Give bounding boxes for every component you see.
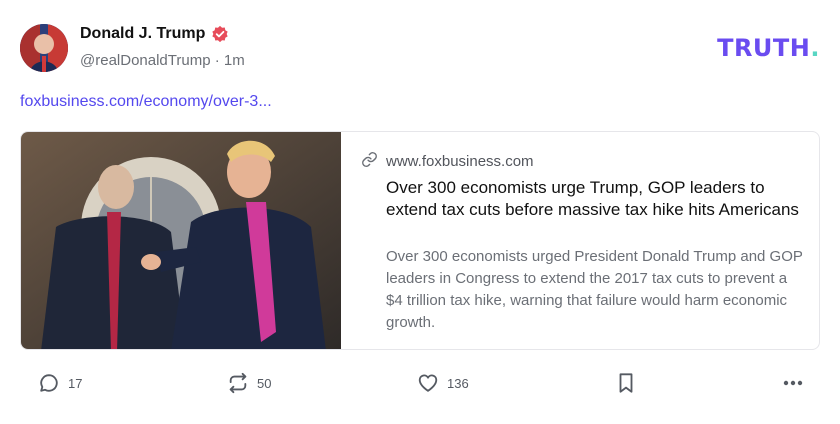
link-preview-card[interactable]: www.foxbusiness.com Over 300 economists … [20, 131, 820, 350]
repost-arrows-icon [229, 372, 247, 394]
bookmark-button[interactable] [616, 372, 636, 394]
logo-text: TRUTH [717, 34, 811, 62]
avatar[interactable] [20, 24, 68, 72]
separator: · [214, 52, 220, 69]
heart-icon [418, 374, 438, 392]
reply-count: 17 [68, 375, 83, 391]
truth-logo[interactable]: TRUTH. [717, 34, 820, 62]
post-link[interactable]: foxbusiness.com/economy/over-3... [20, 93, 272, 111]
more-options-button[interactable] [781, 372, 805, 394]
like-count: 136 [447, 375, 469, 391]
like-button[interactable]: 136 [417, 372, 469, 394]
logo-dot: . [810, 34, 820, 62]
retruth-count: 50 [257, 375, 272, 391]
retruth-button[interactable]: 50 [227, 372, 271, 394]
name-row: Donald J. Trump [80, 25, 229, 43]
speech-bubble-icon [40, 374, 58, 392]
card-domain: www.foxbusiness.com [386, 153, 534, 170]
card-description: Over 300 economists urged President Dona… [386, 248, 803, 331]
card-image[interactable] [21, 132, 341, 350]
card-title[interactable]: Over 300 economists urge Trump, GOP lead… [386, 177, 806, 221]
link-icon [361, 151, 378, 172]
verified-badge-icon [211, 25, 229, 43]
post-time[interactable]: 1m [224, 52, 245, 69]
bookmark-icon [619, 373, 633, 393]
handle-row: @realDonaldTrump · 1m [80, 52, 245, 69]
action-bar: 17 50 136 [0, 368, 840, 402]
ellipsis-icon [783, 380, 803, 386]
avatar-image [20, 24, 68, 72]
author-handle[interactable]: @realDonaldTrump [80, 52, 211, 69]
post-header: Donald J. Trump @realDonaldTrump · 1m TR… [20, 24, 820, 74]
card-domain-row: www.foxbusiness.com [361, 151, 534, 172]
author-name[interactable]: Donald J. Trump [80, 25, 205, 43]
reply-button[interactable]: 17 [38, 372, 82, 394]
